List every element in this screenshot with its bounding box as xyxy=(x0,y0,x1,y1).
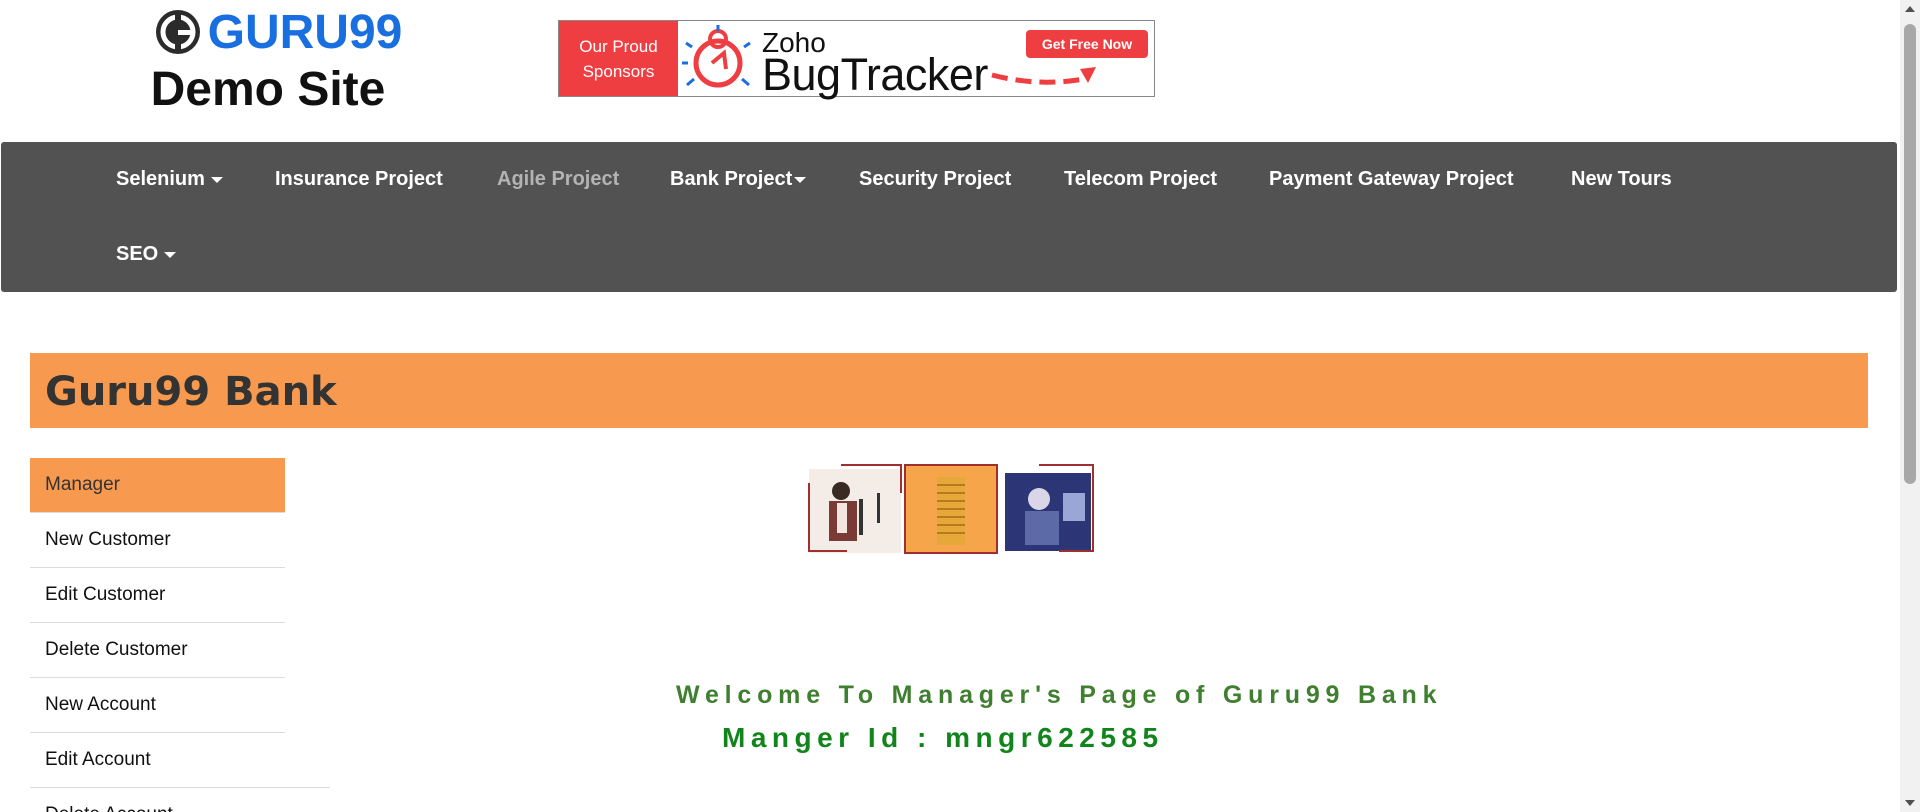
scroll-down-icon[interactable] xyxy=(1905,800,1915,806)
nav-item-bank-project[interactable]: Bank Project xyxy=(670,168,807,191)
menu-item-new-account[interactable]: New Account xyxy=(30,678,285,733)
menu-item-edit-account[interactable]: Edit Account xyxy=(30,733,330,788)
sponsor-banner[interactable]: Our Proud Sponsors Zoho BugTracker Get F… xyxy=(558,20,1155,100)
dashed-arrow-icon xyxy=(991,67,1096,85)
site-subtitle: Demo Site xyxy=(150,63,386,116)
scroll-up-icon[interactable] xyxy=(1905,6,1915,12)
nav-label: SEO xyxy=(116,243,159,265)
nav-item-agile-project[interactable]: Agile Project xyxy=(497,168,619,191)
page-title: Guru99 Bank xyxy=(45,369,337,415)
nav-item-insurance-project[interactable]: Insurance Project xyxy=(275,168,443,191)
scrollbar-thumb[interactable] xyxy=(1904,24,1916,484)
nav-item-payment-gateway-project[interactable]: Payment Gateway Project xyxy=(1269,168,1514,191)
caret-down-icon xyxy=(794,176,807,183)
nav-item-telecom-project[interactable]: Telecom Project xyxy=(1064,168,1217,191)
bank-header: Guru99 Bank xyxy=(30,353,1868,428)
bug-icon xyxy=(682,25,751,88)
main-navbar: Selenium Insurance Project Agile Project… xyxy=(1,142,1897,292)
caret-down-icon xyxy=(164,251,177,258)
nav-item-security-project[interactable]: Security Project xyxy=(859,168,1011,191)
sponsor-label: Our Proud Sponsors xyxy=(559,21,678,96)
businessman-phone-image xyxy=(808,464,902,553)
welcome-message: Welcome To Manager's Page of Guru99 Bank xyxy=(676,681,1443,709)
manager-id: Manger Id : mngr622585 xyxy=(722,722,1164,753)
guru99-logo-icon xyxy=(155,10,200,54)
site-logo[interactable]: GURU99 Demo Site xyxy=(148,5,408,117)
coin-stack-image xyxy=(904,464,998,554)
nav-item-new-tours[interactable]: New Tours xyxy=(1571,168,1672,191)
caret-down-icon xyxy=(210,176,223,183)
menu-item-delete-customer[interactable]: Delete Customer xyxy=(30,623,285,678)
sponsor-label-line2: Sponsors xyxy=(582,61,655,81)
nav-item-seo[interactable]: SEO xyxy=(116,243,177,266)
menu-item-manager[interactable]: Manager xyxy=(30,458,285,513)
get-free-now-button[interactable]: Get Free Now xyxy=(1026,30,1148,58)
brand-name: GURU99 xyxy=(207,5,403,59)
menu-item-delete-account[interactable]: Delete Account xyxy=(30,788,285,812)
side-menu: Manager New Customer Edit Customer Delet… xyxy=(30,458,330,812)
woman-computer-image xyxy=(1005,464,1094,552)
sponsor-label-line1: Our Proud xyxy=(579,36,658,56)
nav-label: Selenium xyxy=(116,168,205,190)
menu-item-new-customer[interactable]: New Customer xyxy=(30,513,285,568)
bugtracker-label: BugTracker xyxy=(762,49,988,100)
nav-label: Bank Project xyxy=(670,168,793,190)
page-scrollbar[interactable] xyxy=(1900,0,1920,812)
menu-item-edit-customer[interactable]: Edit Customer xyxy=(30,568,285,623)
nav-item-selenium[interactable]: Selenium xyxy=(116,168,223,191)
bank-banner-images xyxy=(807,463,1095,555)
